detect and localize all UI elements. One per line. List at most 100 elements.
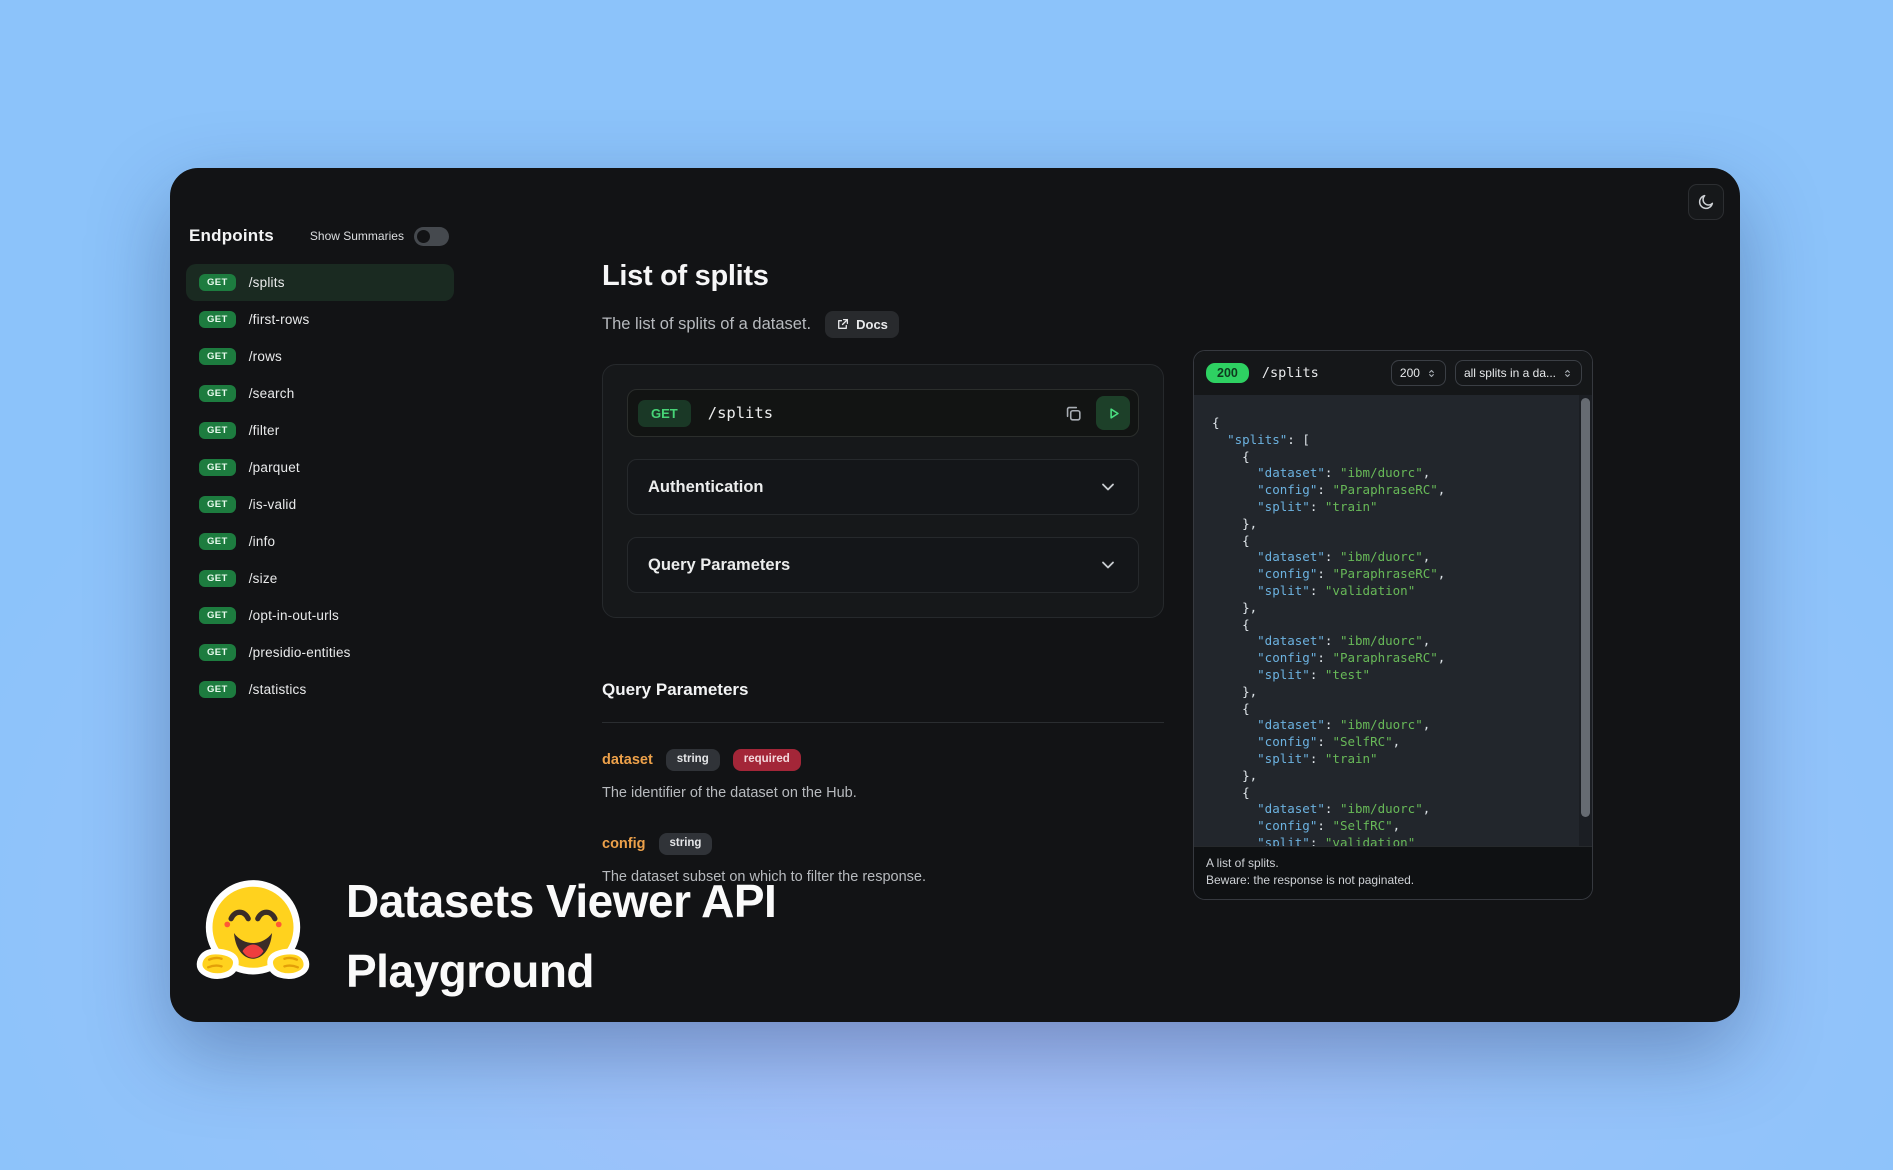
endpoint-path: /info: [249, 534, 276, 549]
run-request-button[interactable]: [1096, 396, 1130, 430]
param-description: The identifier of the dataset on the Hub…: [602, 785, 1164, 801]
page-title: List of splits: [602, 260, 1164, 293]
param-dataset: dataset string required The identifier of t…: [602, 749, 1164, 801]
method-badge: GET: [199, 533, 236, 551]
sidebar-item-statistics[interactable]: GET/statistics: [186, 671, 454, 708]
query-parameters-heading: Query Parameters: [602, 680, 1164, 700]
play-icon: [1104, 404, 1123, 423]
brand-title-line1: Datasets Viewer API: [346, 866, 776, 936]
endpoint-path: /opt-in-out-urls: [249, 608, 339, 623]
authentication-section[interactable]: Authentication: [627, 459, 1139, 515]
brand-title-line2: Playground: [346, 936, 776, 1006]
response-footer-line: A list of splits.: [1206, 855, 1580, 872]
endpoint-path: /presidio-entities: [249, 645, 351, 660]
moon-icon: [1697, 193, 1715, 211]
sidebar-item-is-valid[interactable]: GET/is-valid: [186, 486, 454, 523]
request-path: /splits: [708, 404, 1056, 422]
show-summaries-toggle[interactable]: [414, 227, 449, 246]
sidebar-item-size[interactable]: GET/size: [186, 560, 454, 597]
param-list: dataset string required The identifier of t…: [602, 749, 1164, 885]
request-builder-card: GET /splits Authentication: [602, 364, 1164, 618]
endpoint-path: /splits: [249, 275, 285, 290]
divider: [602, 722, 1164, 723]
param-required-badge: required: [733, 749, 801, 771]
param-name: config: [602, 836, 646, 852]
sidebar-item-info[interactable]: GET/info: [186, 523, 454, 560]
sidebar-item-presidio-entities[interactable]: GET/presidio-entities: [186, 634, 454, 671]
method-badge: GET: [199, 681, 236, 699]
hugging-face-emoji: [192, 872, 314, 994]
endpoint-path: /search: [249, 386, 295, 401]
endpoint-list: GET/splitsGET/first-rowsGET/rowsGET/sear…: [186, 264, 516, 708]
param-row: dataset string required: [602, 749, 1164, 771]
app-window: Endpoints Show Summaries GET/splitsGET/f…: [170, 168, 1740, 1022]
method-badge: GET: [199, 311, 236, 329]
status-badge: 200: [1206, 363, 1249, 384]
method-badge: GET: [199, 348, 236, 366]
description-row: The list of splits of a dataset. Docs: [602, 311, 1164, 338]
request-method-badge: GET: [638, 400, 691, 427]
sidebar-title: Endpoints: [189, 226, 274, 246]
endpoint-path: /size: [249, 571, 278, 586]
branding: Datasets Viewer API Playground: [192, 866, 776, 1006]
toggle-knob: [417, 230, 430, 243]
param-type-badge: string: [659, 833, 713, 855]
sidebar-item-rows[interactable]: GET/rows: [186, 338, 454, 375]
authentication-label: Authentication: [648, 478, 764, 497]
endpoint-path: /filter: [249, 423, 280, 438]
docs-button-label: Docs: [856, 317, 888, 332]
example-select-value: all splits in a da...: [1464, 366, 1556, 380]
chevrons-up-down-icon: [1562, 368, 1573, 379]
brand-title: Datasets Viewer API Playground: [346, 866, 776, 1006]
chevrons-up-down-icon: [1426, 368, 1437, 379]
method-badge: GET: [199, 422, 236, 440]
status-code-select[interactable]: 200: [1391, 360, 1446, 386]
method-badge: GET: [199, 459, 236, 477]
chevron-down-icon: [1098, 477, 1118, 497]
sidebar-item-filter[interactable]: GET/filter: [186, 412, 454, 449]
page-description: The list of splits of a dataset.: [602, 315, 811, 334]
endpoint-path: /parquet: [249, 460, 300, 475]
response-header: 200 /splits 200 all splits in a da...: [1194, 351, 1592, 395]
response-footer: A list of splits. Beware: the response i…: [1194, 846, 1592, 899]
copy-icon: [1064, 404, 1083, 423]
response-code-area: { "splits": [ { "dataset": "ibm/duorc", …: [1194, 395, 1592, 846]
method-badge: GET: [199, 496, 236, 514]
response-panel: 200 /splits 200 all splits in a da... { …: [1193, 350, 1593, 900]
sidebar-item-first-rows[interactable]: GET/first-rows: [186, 301, 454, 338]
param-name: dataset: [602, 752, 653, 768]
sidebar-header: Endpoints Show Summaries: [186, 226, 516, 246]
sidebar-item-parquet[interactable]: GET/parquet: [186, 449, 454, 486]
endpoints-sidebar: Endpoints Show Summaries GET/splitsGET/f…: [186, 226, 516, 708]
endpoint-path: /rows: [249, 349, 282, 364]
method-badge: GET: [199, 274, 236, 292]
theme-toggle-button[interactable]: [1688, 184, 1724, 220]
param-row: config string: [602, 833, 1164, 855]
response-footer-line: Beware: the response is not paginated.: [1206, 872, 1580, 889]
main-content: List of splits The list of splits of a d…: [602, 168, 1164, 885]
query-parameters-section[interactable]: Query Parameters: [627, 537, 1139, 593]
docs-button[interactable]: Docs: [825, 311, 899, 338]
endpoint-path: /first-rows: [249, 312, 310, 327]
method-badge: GET: [199, 570, 236, 588]
example-select[interactable]: all splits in a da...: [1455, 360, 1582, 386]
copy-button[interactable]: [1056, 396, 1090, 430]
sidebar-item-splits[interactable]: GET/splits: [186, 264, 454, 301]
chevron-down-icon: [1098, 555, 1118, 575]
request-bar: GET /splits: [627, 389, 1139, 437]
scrollbar-thumb[interactable]: [1581, 398, 1590, 817]
endpoint-path: /is-valid: [249, 497, 297, 512]
endpoint-path: /statistics: [249, 682, 307, 697]
method-badge: GET: [199, 607, 236, 625]
status-code-select-value: 200: [1400, 366, 1420, 380]
query-parameters-label: Query Parameters: [648, 556, 790, 575]
response-json: { "splits": [ { "dataset": "ibm/duorc", …: [1194, 395, 1592, 846]
param-type-badge: string: [666, 749, 720, 771]
show-summaries-label: Show Summaries: [310, 229, 404, 243]
method-badge: GET: [199, 385, 236, 403]
sidebar-item-search[interactable]: GET/search: [186, 375, 454, 412]
response-path: /splits: [1262, 365, 1382, 381]
method-badge: GET: [199, 644, 236, 662]
sidebar-item-opt-in-out-urls[interactable]: GET/opt-in-out-urls: [186, 597, 454, 634]
external-link-icon: [836, 318, 849, 331]
